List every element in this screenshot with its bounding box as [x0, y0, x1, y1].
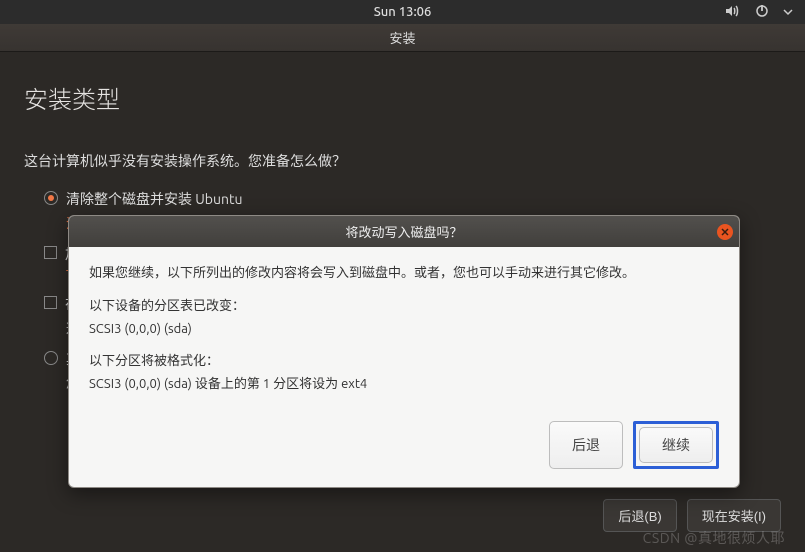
- dialog-partition-line: SCSI3 (0,0,0) (sda) 设备上的第 1 分区将设为 ext4: [89, 374, 719, 395]
- dialog-back-button[interactable]: 后退: [549, 421, 623, 469]
- dialog-continue-button[interactable]: 继续: [639, 427, 713, 463]
- dialog-titlebar: 将改动写入磁盘吗？: [69, 216, 739, 247]
- page-title: 安装类型: [24, 80, 781, 115]
- dialog-partition-changed-label: 以下设备的分区表已改变：: [89, 296, 719, 317]
- install-now-button[interactable]: 现在安装(I): [687, 499, 781, 532]
- confirm-write-dialog: 将改动写入磁盘吗？ 如果您继续，以下所列出的修改内容将会写入到磁盘中。或者，您也…: [68, 215, 740, 488]
- window-title: 安装: [389, 28, 415, 47]
- chevron-down-icon[interactable]: [783, 5, 793, 19]
- checkbox-icon: [44, 246, 57, 259]
- window-titlebar: 安装: [0, 24, 805, 52]
- back-button[interactable]: 后退(B): [603, 499, 676, 532]
- power-icon[interactable]: [755, 4, 769, 21]
- radio-icon: [44, 191, 58, 205]
- system-topbar: Sun 13:06: [0, 0, 805, 24]
- dialog-message: 如果您继续，以下所列出的修改内容将会写入到磁盘中。或者，您也可以手动来进行其它修…: [89, 263, 719, 284]
- radio-icon: [44, 351, 58, 365]
- option-label: 清除整个磁盘并安装 Ubuntu: [66, 189, 242, 209]
- close-icon[interactable]: [717, 224, 733, 240]
- checkbox-icon: [44, 296, 57, 309]
- dialog-format-label: 以下分区将被格式化：: [89, 351, 719, 372]
- dialog-title-text: 将改动写入磁盘吗？: [345, 222, 462, 241]
- option-erase-disk[interactable]: 清除整个磁盘并安装 Ubuntu: [44, 189, 781, 209]
- dialog-device-line: SCSI3 (0,0,0) (sda): [89, 319, 719, 340]
- intro-text: 这台计算机似乎没有安装操作系统。您准备怎么做？: [24, 151, 781, 171]
- highlight-annotation: 继续: [633, 421, 719, 469]
- volume-icon[interactable]: [725, 5, 741, 20]
- clock: Sun 13:06: [374, 5, 432, 19]
